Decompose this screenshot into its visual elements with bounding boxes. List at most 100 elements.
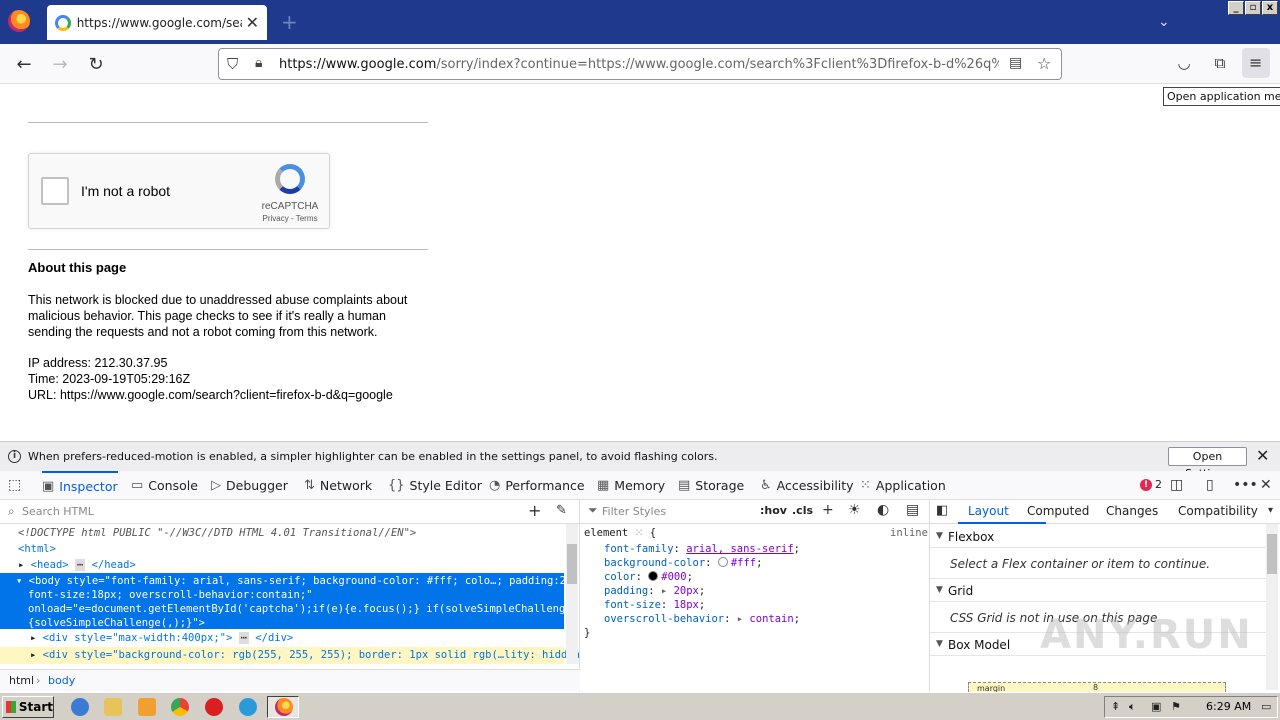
tab-style-editor[interactable]: {} Style Editor <box>388 471 482 500</box>
color-swatch[interactable] <box>717 557 728 567</box>
tab-layout[interactable]: Layout <box>968 504 1009 518</box>
clock[interactable]: 6:29 AM <box>1206 700 1251 713</box>
shield-icon[interactable]: ⛉ <box>227 55 238 73</box>
close-icon[interactable]: ✕ <box>1256 446 1269 465</box>
captcha-checkbox[interactable] <box>41 177 69 205</box>
tab-debugger[interactable]: ▷ Debugger <box>211 471 288 500</box>
print-media-icon[interactable]: ▤ <box>906 502 919 518</box>
property-value[interactable]: arial, sans-serif <box>686 543 793 555</box>
firefox-logo-icon[interactable] <box>8 10 30 32</box>
action-center-flag-icon[interactable]: ⚑ <box>1171 700 1181 713</box>
head-node[interactable]: ▸ <head> ⋯ </head> <box>18 559 136 571</box>
expand-arrow-icon[interactable]: ▸ <box>30 649 36 661</box>
tab-application[interactable]: ⁙ Application <box>860 471 946 500</box>
reload-icon[interactable]: ↻ <box>85 54 107 75</box>
box-margin-value[interactable]: 8 <box>1093 683 1098 692</box>
cls-toggle[interactable]: .cls <box>792 504 813 517</box>
div-node[interactable]: ▸ <div style="max-width:400px;"> ⋯ </div… <box>30 632 293 644</box>
more-options-icon[interactable]: ••• <box>1233 477 1258 493</box>
minimize-button[interactable]: _ <box>1228 1 1244 15</box>
tab-inspector[interactable]: ▣ Inspector <box>42 471 118 500</box>
tab-compatibility[interactable]: Compatibility <box>1178 504 1258 518</box>
opera-icon[interactable] <box>205 698 223 716</box>
error-count-badge[interactable]: ! 2 <box>1140 478 1162 491</box>
url-bar[interactable]: ⛉ 🔒︎ https://www.google.com/sorry/index?… <box>218 48 1062 80</box>
declaration-color[interactable]: color: #000; <box>604 571 693 583</box>
tab-changes[interactable]: Changes <box>1106 504 1158 518</box>
media-player-icon[interactable] <box>138 698 156 716</box>
firefox-taskbar-button[interactable] <box>267 696 299 718</box>
box-model-diagram[interactable]: margin 8 <box>968 682 1226 693</box>
declaration-padding[interactable]: padding: ▸ 20px; <box>604 585 705 597</box>
property-value[interactable]: #000 <box>661 571 686 583</box>
breadcrumb-html[interactable]: html <box>9 674 34 687</box>
property-value[interactable]: contain <box>749 613 793 625</box>
breadcrumb-body[interactable]: body <box>48 674 75 687</box>
close-tab-icon[interactable]: ✕ <box>246 13 259 32</box>
open-settings-button[interactable]: Open Settings <box>1168 447 1247 480</box>
sidebar-scrollbar[interactable] <box>1266 524 1278 690</box>
scrollbar-thumb[interactable] <box>567 544 577 584</box>
chevron-down-icon[interactable]: ⌄ <box>1158 14 1170 30</box>
highlighted-row[interactable]: ▸ <div style="background-color: rgb(255,… <box>0 647 586 664</box>
file-explorer-icon[interactable] <box>104 698 122 716</box>
collapse-arrow-icon[interactable]: ▾ <box>16 575 22 587</box>
chrome-icon[interactable] <box>171 698 189 716</box>
volume-icon[interactable]: 🔈︎ <box>1129 700 1136 714</box>
tab-network[interactable]: ⇅ Network <box>304 471 372 500</box>
expand-arrow-icon[interactable]: ▸ <box>18 559 24 571</box>
recaptcha-links[interactable]: Privacy - Terms <box>259 214 321 223</box>
collapsed-ellipsis[interactable]: ⋯ <box>74 559 86 571</box>
app-menu-button[interactable]: ≡ <box>1242 48 1270 78</box>
chevron-down-icon[interactable]: ▾ <box>1268 505 1273 516</box>
tab-accessibility[interactable]: ♿︎ Accessibility <box>760 471 854 500</box>
doctype-line[interactable]: <!DOCTYPE html PUBLIC "-//W3C//DTD HTML … <box>18 527 416 539</box>
tab-computed[interactable]: Computed <box>1027 504 1089 518</box>
show-hidden-icons-icon[interactable]: ⇞ <box>1111 700 1120 713</box>
declaration-overscroll-behavior[interactable]: overscroll-behavior: ▸ contain; <box>604 613 800 625</box>
light-mode-icon[interactable]: ☀ <box>848 502 861 518</box>
toggle-sidebar-icon[interactable]: ◧ <box>936 503 948 518</box>
new-tab-icon[interactable]: + <box>281 10 298 34</box>
tab-storage[interactable]: ▤ Storage <box>678 471 744 500</box>
close-devtools-icon[interactable]: ✕ <box>1260 477 1272 493</box>
property-value[interactable]: 18px <box>674 599 699 611</box>
forward-arrow-icon[interactable]: → <box>49 54 71 75</box>
search-html-input[interactable]: Search HTML <box>22 505 94 518</box>
declaration-font-family[interactable]: font-family: arial, sans-serif; <box>604 543 800 555</box>
url-text[interactable]: https://www.google.com/sorry/index?conti… <box>279 57 999 72</box>
add-rule-icon[interactable]: + <box>822 502 834 518</box>
browser-tab[interactable]: https://www.google.com/search?c ✕ <box>47 5 267 40</box>
declaration-background-color[interactable]: background-color: #fff; <box>604 557 762 569</box>
close-window-button[interactable]: x <box>1262 1 1278 15</box>
rule-source[interactable]: inline <box>890 527 928 539</box>
rule-selector[interactable]: element ⁙ { <box>584 527 656 539</box>
hov-toggle[interactable]: :hov <box>760 504 787 517</box>
tab-console[interactable]: ▭ Console <box>131 471 198 500</box>
expand-arrow-icon[interactable]: ▸ <box>661 585 667 597</box>
property-value[interactable]: #fff <box>731 557 756 569</box>
element-picker-icon[interactable]: ⬚ <box>8 477 21 493</box>
lock-icon[interactable]: 🔒︎ <box>255 55 262 71</box>
body-node-selected[interactable]: ▾ <body style="font-family: arial, sans-… <box>0 573 591 629</box>
edge-icon[interactable] <box>239 698 257 716</box>
tab-performance[interactable]: ◔ Performance <box>489 471 585 500</box>
declaration-font-size[interactable]: font-size: 18px; <box>604 599 705 611</box>
dock-side-icon[interactable]: ▯ <box>1206 477 1214 493</box>
internet-explorer-icon[interactable] <box>71 698 89 716</box>
expand-arrow-icon[interactable]: ▸ <box>30 632 36 644</box>
property-value[interactable]: 20px <box>674 585 699 597</box>
responsive-design-icon[interactable]: ◫ <box>1170 477 1183 493</box>
filter-styles-input[interactable]: Filter Styles <box>602 505 666 518</box>
maximize-button[interactable]: ▫ <box>1245 1 1261 15</box>
eyedropper-icon[interactable]: ✎ <box>556 503 567 518</box>
show-desktop-icon[interactable]: ▭ <box>1261 700 1271 713</box>
flexbox-section-header[interactable]: ▼ Flexbox <box>930 526 1266 548</box>
dark-mode-icon[interactable]: ◐ <box>877 502 889 518</box>
extensions-icon[interactable]: ⧉ <box>1209 54 1231 72</box>
collapsed-ellipsis[interactable]: ⋯ <box>238 632 249 644</box>
color-swatch[interactable] <box>648 571 659 581</box>
add-node-icon[interactable]: + <box>528 501 541 520</box>
pocket-icon[interactable]: ◡ <box>1173 54 1195 72</box>
grid-section-header[interactable]: ▼ Grid <box>930 580 1266 602</box>
